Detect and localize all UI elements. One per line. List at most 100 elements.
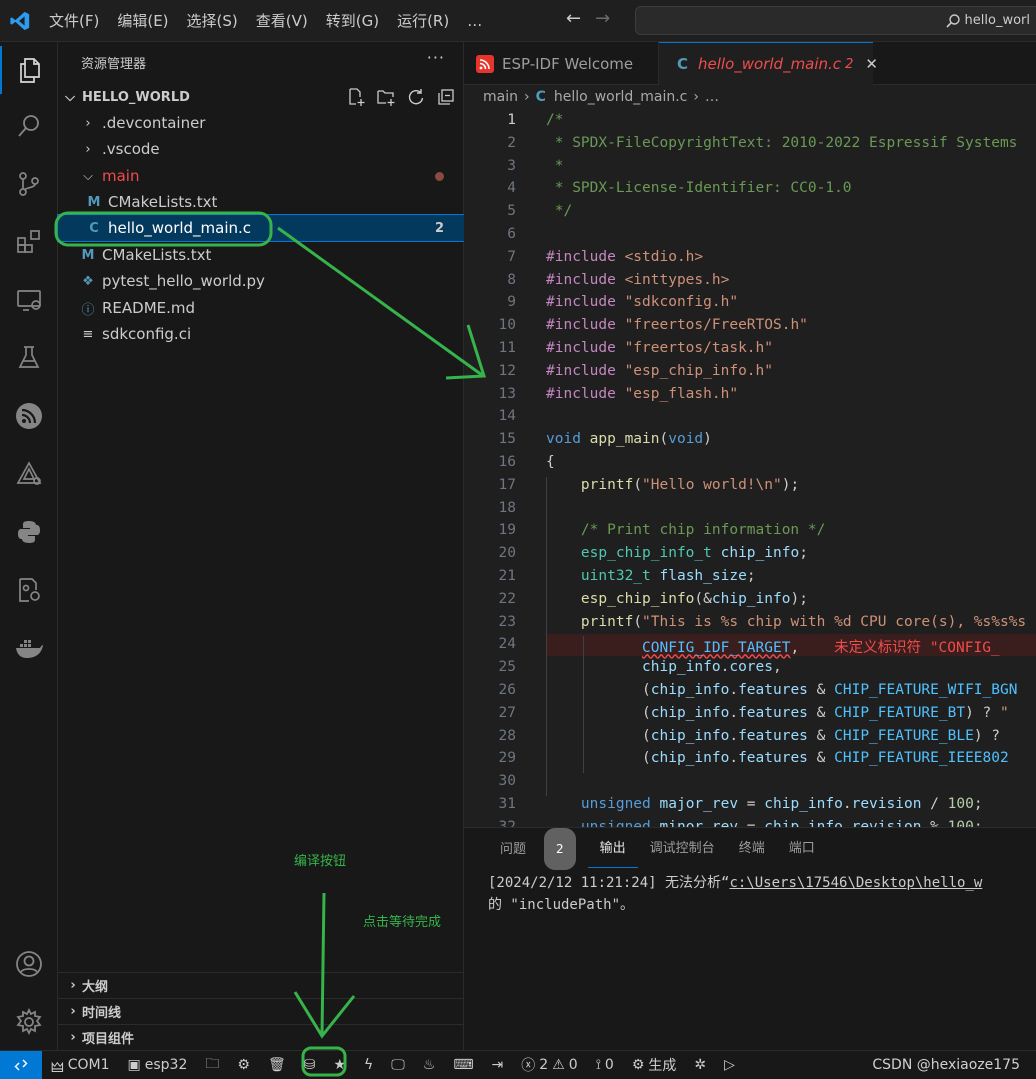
search-icon[interactable] bbox=[0, 102, 58, 150]
tab-ports[interactable]: 端口 bbox=[777, 828, 827, 870]
activity-bar bbox=[0, 42, 58, 1050]
line-number: 9 bbox=[507, 294, 516, 311]
annotation-build-label: 编译按钮 bbox=[294, 854, 347, 869]
status-bar: 🜲 COM1 ▣ esp32 🗀 ⚙ 🗑 ⛁ ★ ϟ 🖵 ♨ ⌨ ⇥ ⓧ 2 ⚠… bbox=[0, 1050, 1036, 1079]
menu-file[interactable]: 文件(F) bbox=[40, 0, 108, 42]
ports-status-item[interactable]: ⟟ 0 bbox=[587, 1057, 623, 1073]
chevron-down-icon: ⌵ bbox=[65, 89, 75, 105]
breadcrumb: main › C hello_world_main.c › … bbox=[464, 85, 1036, 109]
output-path-link[interactable]: c:\Users\17546\Desktop\hello_w bbox=[729, 875, 982, 891]
manage-gear-icon[interactable] bbox=[0, 998, 58, 1046]
line-number: 2 bbox=[507, 134, 516, 151]
line-number: 27 bbox=[498, 704, 516, 721]
new-folder-icon[interactable] bbox=[376, 87, 396, 107]
extensions-icon[interactable] bbox=[0, 218, 58, 266]
menu-view[interactable]: 查看(V) bbox=[247, 0, 317, 42]
run-button[interactable]: ▷ bbox=[715, 1057, 744, 1073]
menu-go[interactable]: 转到(G) bbox=[317, 0, 388, 42]
code-line: esp_chip_info(&chip_info); bbox=[580, 590, 808, 607]
python-icon[interactable] bbox=[0, 508, 58, 556]
tree-item-main-cmakelists[interactable]: M CMakeLists.txt bbox=[58, 189, 464, 215]
new-file-icon[interactable] bbox=[346, 87, 366, 107]
tree-item-readme[interactable]: ⓘ README.md bbox=[58, 295, 464, 321]
remote-indicator-icon[interactable] bbox=[0, 1050, 42, 1079]
lightning-icon: ϟ bbox=[364, 1057, 374, 1073]
target-item[interactable]: ▣ esp32 bbox=[119, 1057, 197, 1073]
menu-edit[interactable]: 编辑(E) bbox=[108, 0, 177, 42]
menu-run[interactable]: 运行(R) bbox=[388, 0, 458, 42]
tree-item-devcontainer[interactable]: › .devcontainer bbox=[58, 110, 464, 136]
line-number: 23 bbox=[498, 613, 516, 630]
tab-hello-world-main[interactable]: C hello_world_main.c 2 ✕ bbox=[659, 42, 878, 85]
flash-button[interactable]: ϟ bbox=[355, 1057, 382, 1073]
collapse-all-icon[interactable] bbox=[436, 87, 456, 107]
build-flash-monitor-button[interactable]: ♨ bbox=[414, 1057, 445, 1073]
full-clean-button[interactable]: 🗑 bbox=[259, 1057, 295, 1073]
outline-section[interactable]: › 大纲 bbox=[58, 972, 464, 998]
tab-terminal[interactable]: 终端 bbox=[727, 828, 777, 870]
code-line: * SPDX-FileCopyrightText: 2010-2022 Espr… bbox=[546, 134, 1018, 151]
esp-settings-icon[interactable] bbox=[0, 566, 58, 614]
tree-item-pytest[interactable]: ❖ pytest_hello_world.py bbox=[58, 268, 464, 294]
terminal-button[interactable]: ⌨ bbox=[444, 1057, 482, 1073]
timeline-section[interactable]: › 时间线 bbox=[58, 998, 464, 1024]
line-number: 3 bbox=[507, 157, 516, 174]
tree-item-vscode[interactable]: › .vscode bbox=[58, 136, 464, 162]
code-line: (chip_info.features & CHIP_FEATURE_BLE) … bbox=[546, 727, 1001, 744]
source-control-icon[interactable] bbox=[0, 160, 58, 208]
run-task-button[interactable]: ⇥ bbox=[483, 1057, 513, 1073]
line-number: 5 bbox=[507, 203, 516, 220]
tree-item-label: sdkconfig.ci bbox=[102, 325, 192, 343]
build-status-item[interactable]: ⚙ 生成 bbox=[623, 1055, 686, 1075]
star-icon: ★ bbox=[333, 1057, 347, 1073]
idf-tools-icon[interactable] bbox=[0, 450, 58, 498]
line-number: 28 bbox=[498, 727, 516, 744]
code-line: #include "freertos/task.h" bbox=[546, 340, 773, 356]
monitor-button[interactable]: 🖵 bbox=[382, 1057, 414, 1073]
build-button[interactable]: ⛁ bbox=[295, 1057, 325, 1073]
indent-guide bbox=[583, 636, 584, 774]
breadcrumb-file[interactable]: hello_world_main.c bbox=[554, 89, 688, 105]
tree-item-sdkconfig[interactable]: ≡ sdkconfig.ci bbox=[58, 321, 464, 347]
back-arrow-icon[interactable]: ← bbox=[566, 8, 581, 29]
debug-button[interactable]: ✲ bbox=[685, 1057, 715, 1073]
gear-icon: ⚙ bbox=[631, 1057, 645, 1073]
breadcrumb-folder[interactable]: main bbox=[483, 89, 518, 105]
problems-status-item[interactable]: ⓧ 2 ⚠ 0 bbox=[512, 1055, 586, 1075]
code-editor[interactable]: 1 /* 2 * SPDX-FileCopyrightText: 2010-2022… bbox=[464, 109, 1036, 827]
tree-item-hello-world-main[interactable]: C hello_world_main.c 2 bbox=[57, 214, 465, 242]
indent-guide bbox=[546, 476, 547, 796]
tab-debug-console[interactable]: 调试控制台 bbox=[638, 828, 727, 870]
workspace-folder-header[interactable]: ⌵ HELLO_WORLD bbox=[58, 85, 464, 109]
explorer-icon[interactable] bbox=[0, 46, 58, 94]
tab-problems[interactable]: 问题 2 bbox=[464, 827, 588, 871]
line-number: 29 bbox=[498, 750, 516, 767]
tab-output[interactable]: 输出 bbox=[587, 831, 638, 868]
tab-esp-idf-welcome[interactable]: ESP-IDF Welcome bbox=[464, 42, 659, 85]
forward-arrow-icon[interactable]: → bbox=[595, 8, 610, 29]
sdk-config-button[interactable]: ⚙ bbox=[228, 1057, 259, 1073]
more-actions-icon[interactable]: ··· bbox=[427, 48, 445, 67]
antenna-icon: ⟟ bbox=[595, 1057, 601, 1073]
menu-more[interactable]: … bbox=[458, 0, 491, 42]
espressif-icon[interactable] bbox=[0, 392, 58, 440]
testing-flask-icon[interactable] bbox=[0, 334, 58, 382]
project-components-section[interactable]: › 项目组件 bbox=[58, 1024, 464, 1050]
tree-item-root-cmakelists[interactable]: M CMakeLists.txt bbox=[58, 242, 464, 268]
line-number: 15 bbox=[498, 431, 516, 448]
title-bar: 文件(F) 编辑(E) 选择(S) 查看(V) 转到(G) 运行(R) … ← … bbox=[0, 0, 1036, 42]
refresh-icon[interactable] bbox=[406, 87, 426, 107]
accounts-icon[interactable] bbox=[0, 940, 58, 988]
close-icon[interactable]: ✕ bbox=[865, 55, 878, 73]
tree-toolbar bbox=[346, 85, 456, 109]
tab-label: ESP-IDF Welcome bbox=[502, 54, 634, 73]
tree-item-main-folder[interactable]: ⌵ main bbox=[58, 163, 464, 189]
breadcrumb-symbol[interactable]: … bbox=[705, 89, 719, 105]
menu-selection[interactable]: 选择(S) bbox=[178, 0, 247, 42]
docker-icon[interactable] bbox=[0, 624, 58, 672]
command-center-search[interactable]: hello_worl bbox=[635, 6, 1036, 35]
open-folder-button[interactable]: 🗀 bbox=[196, 1053, 228, 1077]
remote-explorer-icon[interactable] bbox=[0, 276, 58, 324]
flash-method-button[interactable]: ★ bbox=[324, 1057, 355, 1073]
serial-port-item[interactable]: 🜲 COM1 bbox=[42, 1051, 119, 1079]
